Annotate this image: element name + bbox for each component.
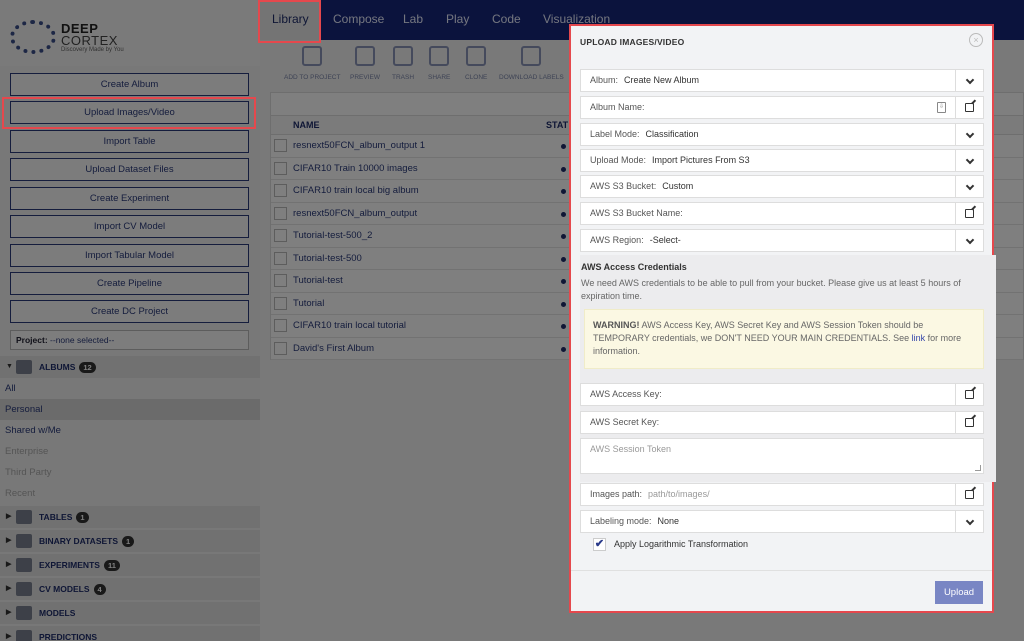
field-value: Custom	[662, 181, 694, 191]
field-label: AWS S3 Bucket:	[590, 181, 657, 191]
warning-label: WARNING!	[593, 320, 640, 330]
field-label: Images path:	[590, 489, 643, 499]
modal-title: UPLOAD IMAGES/VIDEO	[580, 37, 685, 47]
images-path-input[interactable]: Images path: path/to/images/	[580, 483, 984, 506]
field-label: Upload Mode:	[590, 155, 647, 165]
footer-divider	[571, 570, 992, 571]
field-label: Label Mode:	[590, 129, 640, 139]
upload-button[interactable]: Upload	[935, 581, 983, 604]
field-value: -Select-	[649, 235, 681, 245]
warning-text: AWS Access Key, AWS Secret Key and AWS S…	[593, 320, 924, 343]
field-value: Import Pictures From S3	[652, 155, 750, 165]
chevron-down-icon[interactable]	[955, 511, 983, 532]
field-label: AWS Secret Key:	[590, 417, 660, 427]
field-label: AWS Access Key:	[590, 389, 662, 399]
field-value: Create New Album	[624, 75, 700, 85]
album-select[interactable]: Album: Create New Album	[580, 69, 984, 92]
credentials-description: We need AWS credentials to be able to pu…	[581, 278, 961, 301]
field-label: Album Name:	[590, 102, 645, 112]
autofill-icon[interactable]: ⇩	[937, 102, 946, 113]
resize-grip-icon[interactable]	[975, 465, 981, 471]
chevron-down-icon[interactable]	[955, 150, 983, 171]
s3-bucket-select[interactable]: AWS S3 Bucket: Custom	[580, 175, 984, 198]
chevron-down-icon[interactable]	[955, 176, 983, 197]
chevron-down-icon[interactable]	[955, 70, 983, 91]
checkbox-label[interactable]: Apply Logarithmic Transformation	[614, 539, 748, 549]
field-label: Labeling mode:	[590, 516, 652, 526]
chevron-down-icon[interactable]	[955, 124, 983, 145]
aws-session-token-textarea[interactable]: AWS Session Token	[580, 438, 984, 474]
upload-images-modal: UPLOAD IMAGES/VIDEO × Album: Create New A…	[569, 24, 996, 613]
aws-secret-key-input[interactable]: AWS Secret Key:	[580, 411, 984, 434]
close-icon[interactable]: ×	[969, 33, 983, 47]
field-placeholder: path/to/images/	[648, 489, 710, 499]
labeling-mode-select[interactable]: Labeling mode: None	[580, 510, 984, 533]
edit-icon[interactable]	[955, 97, 983, 118]
edit-icon[interactable]	[955, 203, 983, 224]
label-mode-select[interactable]: Label Mode: Classification	[580, 123, 984, 146]
field-value: Classification	[645, 129, 699, 139]
aws-access-key-input[interactable]: AWS Access Key:	[580, 383, 984, 406]
chevron-down-icon[interactable]	[955, 230, 983, 251]
upload-mode-select[interactable]: Upload Mode: Import Pictures From S3	[580, 149, 984, 172]
field-label: AWS Region:	[590, 235, 644, 245]
edit-icon[interactable]	[955, 384, 983, 405]
field-value: None	[657, 516, 680, 526]
warning-box: WARNING! AWS Access Key, AWS Secret Key …	[584, 309, 984, 369]
album-name-input[interactable]: Album Name: ⇩	[580, 96, 984, 119]
s3-bucket-name-input[interactable]: AWS S3 Bucket Name:	[580, 202, 984, 225]
edit-icon[interactable]	[955, 484, 983, 505]
log-transform-checkbox[interactable]: ✔	[593, 538, 606, 551]
aws-region-select[interactable]: AWS Region: -Select-	[580, 229, 984, 252]
field-label: AWS S3 Bucket Name:	[590, 208, 683, 218]
credentials-title: AWS Access Credentials	[581, 262, 687, 272]
session-token-placeholder: AWS Session Token	[590, 444, 672, 454]
edit-icon[interactable]	[955, 412, 983, 433]
field-label: Album:	[590, 75, 619, 85]
more-info-link[interactable]: link	[912, 333, 926, 343]
